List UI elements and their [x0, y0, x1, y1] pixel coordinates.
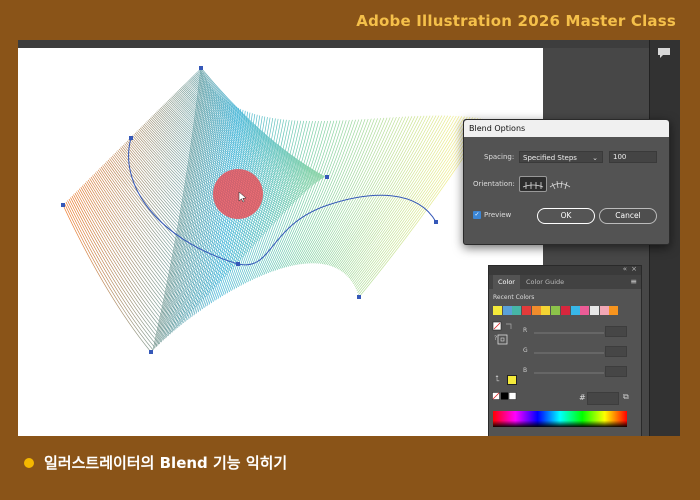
orientation-label: Orientation:: [473, 180, 515, 188]
tab-color[interactable]: Color: [493, 275, 520, 289]
recent-color-swatch[interactable]: [531, 306, 541, 315]
slider-b-track[interactable]: [534, 372, 604, 374]
color-panel: « × Color Color Guide ≡ Recent Colors ? …: [488, 265, 642, 436]
comment-button[interactable]: [654, 44, 674, 62]
recent-color-swatch[interactable]: [502, 306, 512, 315]
close-icon[interactable]: ×: [631, 265, 637, 273]
spacing-select-value: Specified Steps: [523, 154, 577, 162]
slider-g-track[interactable]: [534, 352, 604, 354]
cursor-highlight: [213, 169, 263, 219]
recent-color-swatch[interactable]: [512, 306, 522, 315]
align-to-path-icon: [549, 180, 571, 190]
slider-r[interactable]: R: [519, 326, 635, 339]
recent-color-swatch[interactable]: [493, 306, 502, 315]
steps-input[interactable]: [609, 151, 657, 163]
slider-g[interactable]: G: [519, 346, 635, 359]
recent-color-swatch[interactable]: [522, 306, 532, 315]
cancel-button[interactable]: Cancel: [599, 208, 657, 224]
collapse-icon[interactable]: «: [623, 265, 627, 273]
caption: 일러스트레이터의 Blend 기능 익히기: [24, 452, 287, 473]
recent-color-swatch[interactable]: [570, 306, 580, 315]
panel-top-bar: « ×: [489, 265, 641, 275]
checkmark-icon: ✓: [474, 211, 480, 218]
b-value-input[interactable]: [605, 366, 627, 377]
recent-color-swatch[interactable]: [560, 306, 570, 315]
recent-color-swatch[interactable]: [609, 306, 619, 315]
blend-options-dialog: Blend Options Spacing: Specified Steps ⌄…: [463, 119, 670, 245]
illustrator-window: Blend Options Spacing: Specified Steps ⌄…: [18, 40, 680, 436]
speech-bubble-icon: [658, 48, 670, 58]
chevron-down-icon: ⌄: [592, 154, 598, 162]
none-black-white-swatches[interactable]: [492, 392, 518, 402]
course-title: Adobe Illustration 2026 Master Class: [356, 12, 676, 30]
color-spectrum[interactable]: [493, 411, 627, 427]
preview-checkbox[interactable]: ✓: [473, 211, 481, 219]
channel-r-label: R: [523, 327, 528, 334]
ok-button[interactable]: OK: [537, 208, 595, 224]
caption-text: 일러스트레이터의 Blend 기능 익히기: [44, 454, 288, 472]
channel-g-label: G: [523, 347, 528, 354]
color-panel-tabs: Color Color Guide ≡: [489, 275, 641, 289]
recent-colors-label: Recent Colors: [493, 294, 535, 301]
g-value-input[interactable]: [605, 346, 627, 357]
recent-color-swatch[interactable]: [599, 306, 609, 315]
hex-label: #: [579, 393, 586, 402]
fill-stroke-widget[interactable]: ?: [492, 321, 514, 347]
out-of-gamut-swatch[interactable]: [507, 375, 517, 385]
recent-color-swatch[interactable]: [580, 306, 590, 315]
spacing-label: Spacing:: [484, 153, 515, 161]
r-value-input[interactable]: [605, 326, 627, 337]
panel-menu-icon[interactable]: ≡: [630, 275, 637, 289]
tab-color-guide[interactable]: Color Guide: [521, 275, 569, 289]
hex-input[interactable]: [587, 392, 619, 405]
recent-colors-swatches: [493, 306, 619, 315]
align-to-page-icon: [522, 182, 544, 189]
orientation-align-to-page-button[interactable]: [519, 176, 547, 192]
slider-r-track[interactable]: [534, 332, 604, 334]
recent-color-swatch[interactable]: [589, 306, 599, 315]
dialog-title: Blend Options: [464, 120, 669, 137]
recent-color-swatch[interactable]: [541, 306, 551, 315]
recent-color-swatch[interactable]: [551, 306, 561, 315]
spacing-select[interactable]: Specified Steps ⌄: [519, 151, 603, 163]
preview-label: Preview: [484, 211, 512, 219]
copy-color-icon[interactable]: ⧉: [623, 392, 629, 402]
orientation-align-to-path-button[interactable]: [547, 176, 573, 190]
gamut-warning-icon[interactable]: ⮤: [495, 374, 500, 384]
bullet-dot: [24, 457, 34, 468]
svg-text:?: ?: [494, 335, 497, 342]
channel-b-label: B: [523, 367, 528, 374]
slider-b[interactable]: B: [519, 366, 635, 379]
